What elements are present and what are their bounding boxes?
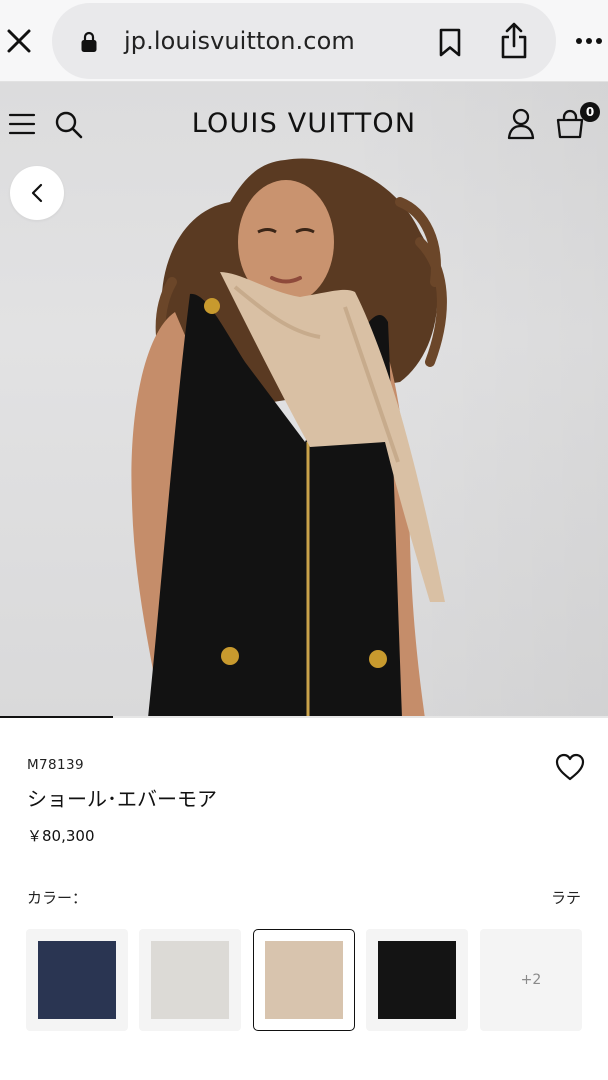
gallery-progress — [0, 716, 608, 718]
swatch-color — [378, 941, 456, 1019]
more-button[interactable] — [572, 30, 606, 52]
color-swatches: +2 — [26, 929, 582, 1031]
swatch-color — [265, 941, 343, 1019]
more-colors-count: +2 — [520, 972, 542, 988]
menu-icon — [8, 113, 36, 135]
product-gallery[interactable]: LOUIS VUITTON 0 — [0, 82, 608, 718]
color-swatch-selected[interactable] — [253, 929, 355, 1031]
browser-toolbar: jp.louisvuitton.com — [0, 0, 608, 82]
color-label: カラー： — [27, 889, 88, 907]
gallery-progress-fill — [0, 716, 114, 718]
close-button[interactable] — [4, 24, 34, 58]
brand-logo[interactable]: LOUIS VUITTON — [186, 106, 422, 142]
swatch-color — [38, 941, 116, 1019]
search-icon — [55, 111, 83, 139]
bookmark-button[interactable] — [432, 25, 468, 61]
back-button[interactable] — [10, 166, 64, 220]
wishlist-button[interactable] — [555, 753, 585, 781]
color-swatch[interactable] — [26, 929, 128, 1031]
menu-button[interactable] — [8, 112, 36, 136]
chevron-left-icon — [31, 183, 43, 203]
heart-icon — [555, 753, 585, 781]
more-icon — [576, 38, 602, 44]
bookmark-icon — [439, 28, 461, 57]
lock-icon — [81, 31, 97, 52]
account-button[interactable] — [506, 108, 536, 140]
account-icon — [507, 108, 535, 140]
color-swatch[interactable] — [139, 929, 241, 1031]
swatch-color — [151, 941, 229, 1019]
share-button[interactable] — [496, 21, 532, 61]
product-name: ショール･エバーモア — [27, 787, 217, 811]
product-sku: M78139 — [27, 757, 84, 773]
selected-color-name: ラテ — [550, 889, 581, 907]
search-button[interactable] — [54, 110, 84, 140]
model-photo — [131, 158, 447, 718]
close-icon — [7, 29, 31, 53]
product-price: ￥80,300 — [27, 827, 95, 845]
color-swatch[interactable] — [366, 929, 468, 1031]
more-colors-button[interactable]: +2 — [480, 929, 582, 1031]
url-text: jp.louisvuitton.com — [124, 27, 355, 55]
address-bar[interactable]: jp.louisvuitton.com — [52, 3, 556, 79]
share-icon — [501, 22, 527, 59]
bag-count-badge: 0 — [580, 102, 600, 122]
